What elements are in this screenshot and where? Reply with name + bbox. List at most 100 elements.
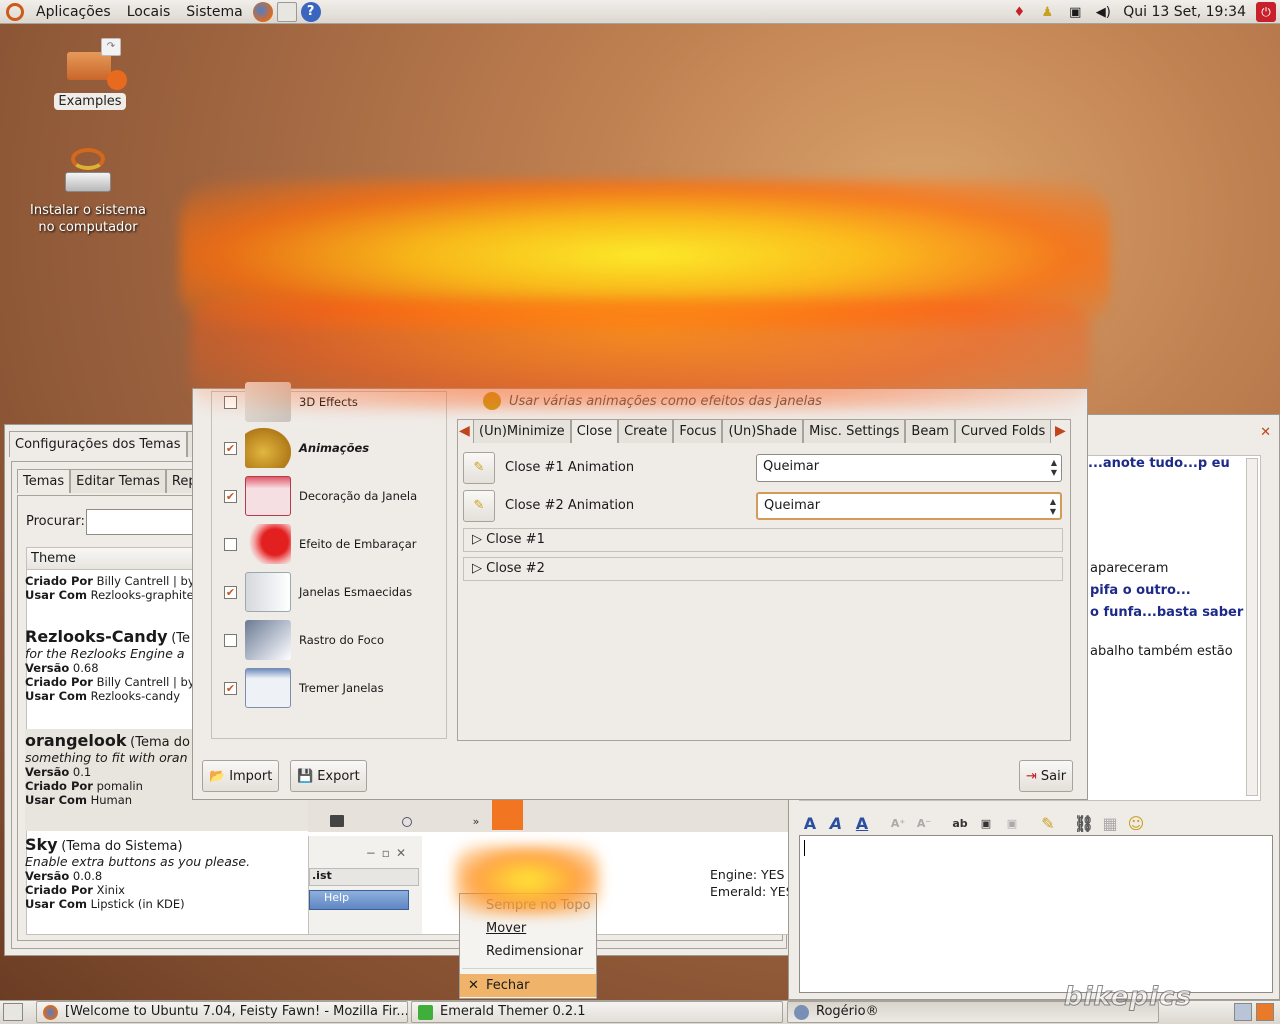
smiley-icon[interactable]: ☺ [1123,811,1149,835]
link-icon[interactable]: ⛓ [1071,811,1097,835]
plugin-description: Usar várias animações como efeitos das j… [483,391,1063,411]
install-arrow-icon [71,148,105,170]
tab-scroll-right-icon[interactable]: ▶ [1055,419,1069,443]
broom-icon: ✎ [473,460,485,475]
bg-color-icon[interactable]: ▣ [999,811,1025,835]
clock[interactable]: Qui 13 Set, 19:34 [1123,4,1246,20]
menu-item-close[interactable]: ✕ Fechar [460,974,596,997]
close2-expander[interactable]: ▷ Close #2 [463,557,1063,581]
close1-animation-select[interactable]: Queimar ▲ ▼ [756,454,1062,482]
show-desktop-icon[interactable] [3,1003,23,1021]
plugin-row-blur[interactable]: Efeito de Embaraçar [212,522,448,566]
folder-icon [67,52,111,80]
tab-unshade[interactable]: (Un)Shade [722,419,804,443]
plugin-row-fading-windows[interactable]: ✔ Janelas Esmaecidas [212,570,448,614]
image-icon[interactable]: ▦ [1097,811,1123,835]
exit-icon: ⇥ [1026,768,1037,784]
tab-curved-folds[interactable]: Curved Folds [954,419,1052,443]
font-face-icon[interactable]: ab [947,811,973,835]
chat-scrollbar[interactable] [1246,458,1258,796]
menu-applications[interactable]: Aplicações [28,0,119,24]
font-shrink-icon[interactable]: A⁻ [911,811,937,835]
firefox-icon[interactable] [252,1,273,22]
tab-create[interactable]: Create [618,419,674,443]
version: 0.68 [72,661,99,675]
close2-animation-value: Queimar [764,498,821,513]
workspace-switcher-icon[interactable] [1234,1003,1252,1021]
reset-close1-button[interactable]: ✎ [463,452,495,484]
chat-input[interactable] [799,835,1273,993]
menu-system[interactable]: Sistema [178,0,250,24]
close2-animation-select[interactable]: Queimar ▲ ▼ [756,492,1062,520]
tab-close[interactable]: Close [570,419,619,443]
plugin-checkbox[interactable]: ✔ [224,489,237,503]
plugin-list: 3D Effects ✔ Animações ✔ Decoração da Ja… [211,382,448,739]
trash-icon[interactable] [1256,1003,1274,1021]
animation-tabs: (Un)Minimize Close Create Focus (Un)Shad… [473,419,1052,443]
plugin-row-3d-effects[interactable]: 3D Effects [212,380,448,424]
plugin-row-animations[interactable]: ✔ Animações [212,426,448,470]
tab-misc-settings[interactable]: Misc. Settings [803,419,906,443]
font-bold-icon[interactable]: A [797,811,823,835]
theme-entry-rezlooks-candy[interactable]: Rezlooks-Candy (Te for the Rezlooks Engi… [25,627,195,703]
user-status-icon[interactable]: ♟ [1037,2,1057,22]
volume-icon[interactable]: ◀) [1093,2,1113,22]
network-icon[interactable]: ▣ [1065,2,1085,22]
plugin-checkbox[interactable]: ✔ [224,681,237,695]
taskbar-emerald[interactable]: Emerald Themer 0.2.1 [411,1001,783,1023]
import-button[interactable]: 📂 Import [202,760,280,792]
menu-item-resize[interactable]: Redimensionar [460,940,596,963]
quit-button[interactable]: ⇥ Sair [1019,760,1074,792]
plugin-row-focus-trail[interactable]: Rastro do Foco [212,618,448,662]
font-italic-icon[interactable]: A [823,811,849,835]
tab-theme-settings[interactable]: Configurações dos Temas [9,431,187,457]
taskbar-firefox[interactable]: [Welcome to Ubuntu 7.04, Feisty Fawn! - … [36,1001,408,1023]
menu-item-move[interactable]: Mover [460,917,596,940]
emerald-icon [418,1005,433,1020]
close-icon[interactable]: ✕ [1260,425,1271,440]
created-by: Billy Cantrell | by [96,675,195,689]
tab-themes[interactable]: Temas [17,469,71,493]
plugin-row-window-decoration[interactable]: ✔ Decoração da Janela [212,474,448,518]
clear-format-icon[interactable]: ✎ [1035,811,1061,835]
theme-system-tag: (Tema do Sistema) [61,839,183,854]
tab-scroll-left-icon[interactable]: ◀ [459,419,473,443]
plugin-name: Tremer Janelas [299,681,384,695]
theme-entry-orangelook[interactable]: orangelook (Tema do something to fit wit… [25,731,195,807]
plugin-checkbox[interactable] [224,395,237,409]
close1-expander[interactable]: ▷ Close #1 [463,528,1063,552]
tab-edit-themes[interactable]: Editar Temas [70,469,166,493]
text-color-icon[interactable]: ▣ [973,811,999,835]
version: 0.0.8 [72,869,103,883]
import-label: Import [229,768,273,784]
help-icon[interactable]: ? [300,1,321,22]
theme-description: something to fit with oran [25,750,188,765]
menu-places[interactable]: Locais [119,0,179,24]
font-underline-icon[interactable]: A [849,811,875,835]
use-with-label: Usar Com [25,588,87,602]
tab-focus[interactable]: Focus [673,419,723,443]
tab-beam[interactable]: Beam [905,419,955,443]
theme-entry-graphite[interactable]: Criado Por Billy Cantrell | by Usar Com … [25,574,195,602]
plugin-row-wobbly-windows[interactable]: ✔ Tremer Janelas [212,666,448,710]
menu-item-always-on-top[interactable]: Sempre no Topo [460,894,596,917]
power-icon[interactable]: ⏻ [1256,2,1276,22]
export-button[interactable]: 💾 Export [290,760,367,792]
emerald-outer-tabs: Configurações dos Temas C [9,431,206,457]
firefox-icon [43,1005,58,1020]
font-grow-icon[interactable]: A⁺ [885,811,911,835]
desktop-icon-installer[interactable]: Instalar o sistema no computador [20,148,156,236]
ruby-gem-icon[interactable]: ♦ [1009,2,1029,22]
search-input[interactable] [86,509,206,535]
desktop-icon-examples[interactable]: ↷ Examples [48,38,132,110]
tab-unminimize[interactable]: (Un)Minimize [473,419,571,443]
reset-close2-button[interactable]: ✎ [463,490,495,522]
plugin-checkbox[interactable]: ✔ [224,585,237,599]
plugin-checkbox[interactable]: ✔ [224,441,237,455]
use-with: Rezlooks-candy [90,689,181,703]
mail-icon[interactable] [276,1,297,22]
plugin-checkbox[interactable] [224,633,237,647]
theme-entry-sky[interactable]: Sky (Tema do Sistema) Enable extra butto… [25,835,305,911]
ubuntu-logo-icon[interactable] [6,2,24,21]
plugin-checkbox[interactable] [224,537,237,551]
